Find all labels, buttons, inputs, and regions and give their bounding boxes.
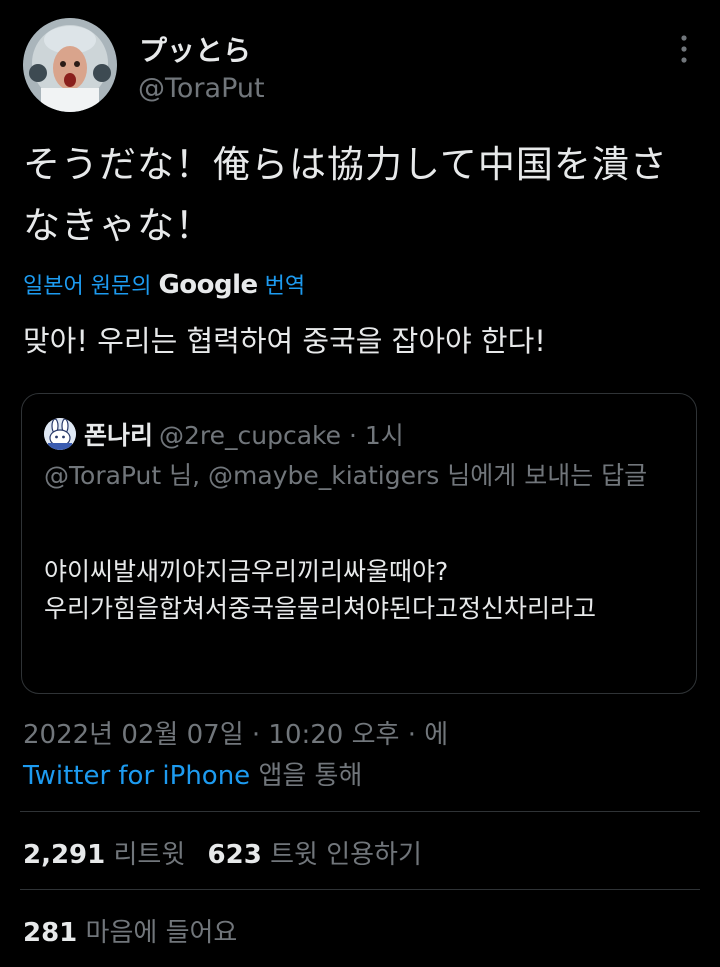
quoted-text-line: 우리가힘을합쳐서중국을물리쳐야된다고정신차리라고 [44, 594, 597, 623]
author-display-name[interactable]: プッとら [139, 29, 251, 69]
client-suffix: 앱을 통해 [250, 761, 363, 791]
quoted-tweet-header: 폰나리 @2re_cupcake · 1시 [44, 416, 404, 452]
tweet-text: そうだな！俺らは協力して中国を潰さなきゃな！ [23, 143, 668, 247]
quotes-stat[interactable]: 623 트윗 인용하기 [208, 840, 422, 870]
likes-stat[interactable]: 281 마음에 들어요 [23, 912, 237, 949]
author-handle[interactable]: @ToraPut [138, 73, 265, 104]
retweets-stat[interactable]: 2,291 리트윗 [23, 840, 185, 870]
like-count: 281 [23, 918, 78, 948]
quoted-replying-to: @ToraPut 님, @maybe_kiatigers 님에게 보내는 답글 [44, 461, 648, 490]
divider [20, 889, 700, 890]
retweet-label: 리트윗 [113, 840, 186, 870]
translation-suffix: 번역 [264, 274, 306, 299]
quoted-author-name: 폰나리 [84, 421, 154, 450]
tweet-header: プッとら @ToraPut [20, 18, 700, 118]
author-avatar[interactable] [23, 18, 117, 112]
divider [20, 811, 700, 812]
tweet-timestamp[interactable]: 2022년 02월 07일 · 10:20 오후 · 에 [23, 714, 448, 751]
quote-label: 트윗 인용하기 [270, 840, 422, 870]
quoted-text-line: 야이씨발새끼야지금우리끼리싸울때야? [44, 557, 449, 586]
translation-label: 일본어 원문의 [23, 274, 152, 299]
quoted-tweet-card[interactable]: 폰나리 @2re_cupcake · 1시 @ToraPut 님, @maybe_… [21, 393, 697, 694]
quoted-tweet-text: 야이씨발새끼야지금우리끼리싸울때야? 우리가힘을합쳐서중국을물리쳐야된다고정신차… [44, 553, 684, 627]
quoted-author-avatar [44, 418, 76, 450]
translated-text: 맞아! 우리는 협력하여 중국을 잡아야 한다! [23, 324, 546, 358]
like-label: 마음에 들어요 [85, 918, 238, 948]
translation-attribution[interactable]: 일본어 원문의 Google 번역 [23, 268, 305, 300]
retweet-count: 2,291 [23, 840, 106, 870]
quote-count: 623 [207, 840, 262, 870]
google-logo: Google [158, 270, 258, 300]
tweet-client: Twitter for iPhone 앱을 통해 [23, 755, 362, 792]
quoted-tweet-time: · 1시 [341, 421, 404, 450]
engagement-stats: 2,291 리트윗 623 트윗 인용하기 [23, 834, 422, 871]
more-vertical-icon[interactable] [678, 32, 690, 66]
quoted-author-handle: @2re_cupcake [159, 421, 342, 450]
client-link[interactable]: Twitter for iPhone [23, 761, 250, 791]
